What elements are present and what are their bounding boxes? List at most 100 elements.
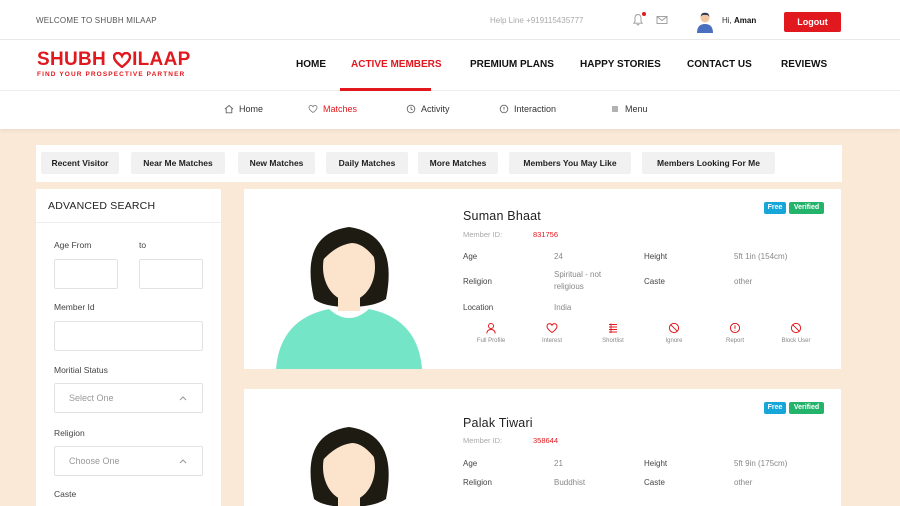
filter-members-looking-for-me[interactable]: Members Looking For Me <box>642 152 775 174</box>
home-icon <box>224 104 234 114</box>
age-to-label: to <box>139 240 147 250</box>
block-user-button[interactable]: Block User <box>771 322 821 344</box>
notification-dot <box>642 12 646 16</box>
member-id-label: Member ID: <box>463 436 503 445</box>
ignore-button[interactable]: Ignore <box>649 322 699 344</box>
religion-value: Spiritual - not religious <box>554 270 602 291</box>
greeting-prefix: Hi, <box>722 16 732 25</box>
subnav-menu-label: Menu <box>625 104 648 114</box>
nav-happy-stories[interactable]: HAPPY STORIES <box>580 59 661 70</box>
brand-logo[interactable]: SHUBH ILAAP FIND YOUR PROSPECTIVE PARTNE… <box>37 50 191 79</box>
religion-label: Religion <box>54 428 85 438</box>
profile-avatar[interactable] <box>274 409 424 506</box>
member-id-label: Member Id <box>54 302 95 312</box>
profile-avatar[interactable] <box>274 209 424 369</box>
nav-contact-us[interactable]: CONTACT US <box>687 59 752 70</box>
caste-label: Caste <box>54 489 77 499</box>
free-badge: Free <box>764 402 786 414</box>
age-value: 21 <box>554 459 563 468</box>
subnav-interaction[interactable]: Interaction <box>499 104 556 114</box>
caste-label: Caste <box>644 478 665 487</box>
shortlist-button[interactable]: Shortlist <box>588 322 638 344</box>
ignore-label: Ignore <box>665 338 683 344</box>
verified-badge: Verified <box>789 202 824 214</box>
activity-icon <box>406 104 416 114</box>
heart-icon <box>546 323 558 334</box>
age-value: 24 <box>554 252 563 261</box>
helpline-text: Help Line +919115435777 <box>490 16 584 25</box>
subnav-menu[interactable]: Menu <box>610 104 648 114</box>
marital-status-label: Moritial Status <box>54 365 108 375</box>
profile-card: Suman Bhaat Member ID: 831756 Free Verif… <box>244 189 841 369</box>
report-label: Report <box>725 338 744 344</box>
filter-near-me-matches[interactable]: Near Me Matches <box>131 152 225 174</box>
interest-label: Interest <box>541 338 562 344</box>
logout-button[interactable]: Logout <box>784 12 841 32</box>
chevron-up-icon <box>179 459 187 464</box>
logo-right: ILAAP <box>132 49 191 70</box>
nav-reviews[interactable]: REVIEWS <box>781 59 827 70</box>
logo-left: SHUBH <box>37 49 107 70</box>
member-id-input[interactable] <box>54 321 203 351</box>
mail-icon[interactable] <box>656 14 668 26</box>
subnav-matches[interactable]: Matches <box>308 104 357 114</box>
nav-active-members[interactable]: ACTIVE MEMBERS <box>351 59 442 70</box>
heart-m-icon <box>113 52 132 68</box>
marital-status-select[interactable]: Select One <box>54 383 203 413</box>
nav-premium-plans[interactable]: PREMIUM PLANS <box>470 59 554 70</box>
age-to-input[interactable] <box>139 259 203 289</box>
subnav-matches-label: Matches <box>323 104 358 114</box>
location-value: India <box>554 303 572 312</box>
height-label: Height <box>644 252 668 261</box>
height-label: Height <box>644 459 668 468</box>
member-id-value: 358644 <box>533 436 559 445</box>
free-badge: Free <box>764 202 786 214</box>
subnav-home[interactable]: Home <box>224 104 263 114</box>
verified-badge: Verified <box>789 402 824 414</box>
location-label: Location <box>463 303 494 312</box>
report-button[interactable]: Report <box>710 322 760 344</box>
religion-select[interactable]: Choose One <box>54 446 203 476</box>
shortlist-label: Shortlist <box>602 338 624 344</box>
age-from-label: Age From <box>54 240 92 250</box>
subnav-activity[interactable]: Activity <box>406 104 450 114</box>
age-label: Age <box>463 252 478 261</box>
filter-recent-visitor[interactable]: Recent Visitor <box>41 152 119 174</box>
interaction-icon <box>499 104 509 114</box>
religion-label: Religion <box>463 478 492 487</box>
ban-icon <box>668 322 680 334</box>
advanced-search-title: ADVANCED SEARCH <box>48 200 156 212</box>
block-user-label: Block User <box>781 338 811 344</box>
profile-name[interactable]: Palak Tiwari <box>463 416 533 430</box>
list-icon <box>609 323 617 333</box>
member-id-value: 831756 <box>533 230 559 239</box>
caste-label: Caste <box>644 277 665 286</box>
filter-new-matches[interactable]: New Matches <box>238 152 315 174</box>
profile-name[interactable]: Suman Bhaat <box>463 209 541 223</box>
logo-wordmark: SHUBH ILAAP <box>37 50 191 70</box>
age-from-input[interactable] <box>54 259 118 289</box>
interest-button[interactable]: Interest <box>527 322 577 344</box>
height-value: 5ft 9in (175cm) <box>734 459 788 468</box>
user-icon <box>486 323 496 334</box>
marital-status-value: Select One <box>69 393 114 403</box>
filter-bar: Recent Visitor Near Me Matches New Match… <box>36 145 842 182</box>
filter-daily-matches[interactable]: Daily Matches <box>326 152 408 174</box>
welcome-text: WELCOME TO SHUBH MILAAP <box>36 16 157 25</box>
nav-home[interactable]: HOME <box>296 59 326 70</box>
sub-nav: Home Matches Activity Interaction Menu <box>0 91 900 129</box>
divider <box>36 222 221 223</box>
filter-more-matches[interactable]: More Matches <box>418 152 498 174</box>
subnav-home-label: Home <box>239 104 264 114</box>
religion-value: Choose One <box>69 456 120 466</box>
chevron-up-icon <box>179 396 187 401</box>
caste-value: other <box>734 277 753 286</box>
caste-value: other <box>734 478 753 487</box>
info-icon <box>729 322 741 334</box>
user-name: Aman <box>734 16 757 25</box>
filter-members-you-may-like[interactable]: Members You May Like <box>509 152 631 174</box>
full-profile-label: Full Profile <box>476 338 506 344</box>
top-bar: WELCOME TO SHUBH MILAAP Help Line +91911… <box>0 0 900 40</box>
user-avatar[interactable] <box>695 11 715 33</box>
full-profile-button[interactable]: Full Profile <box>466 322 516 344</box>
